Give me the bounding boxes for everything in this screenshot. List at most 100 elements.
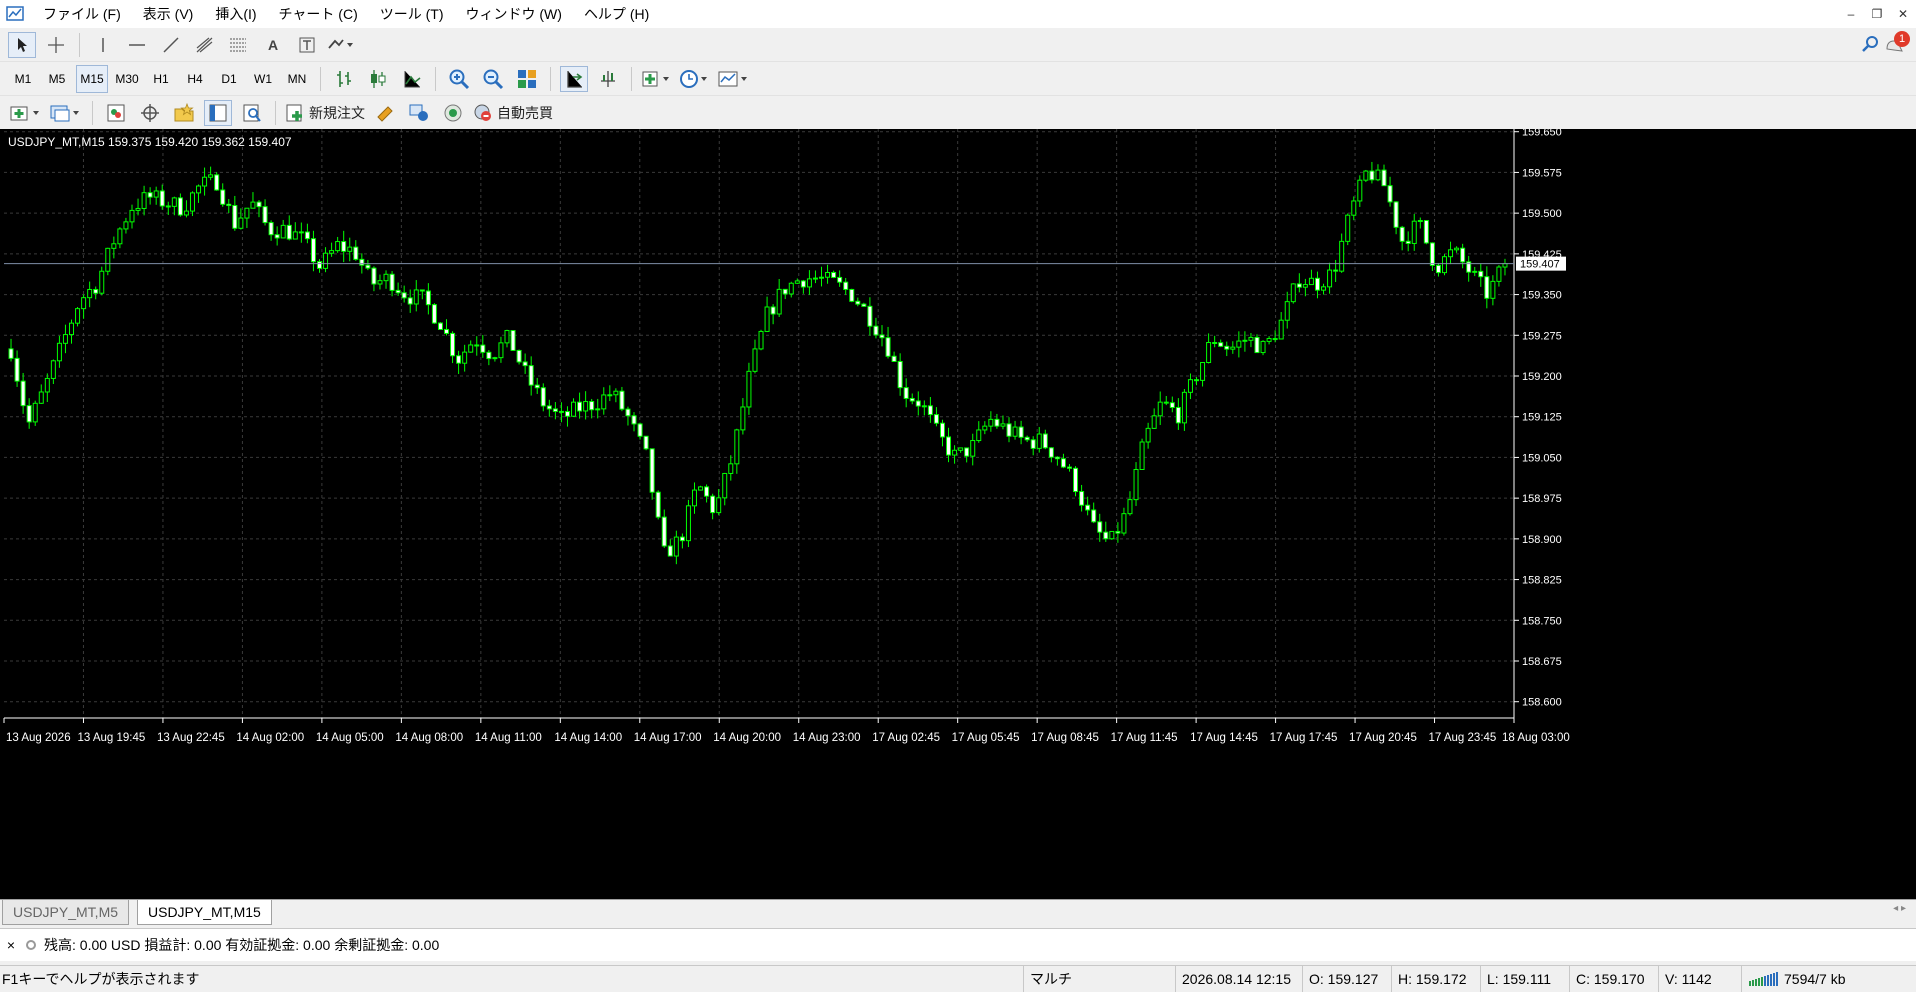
text-label-icon[interactable] — [293, 32, 321, 58]
periodicity-dropdown-icon[interactable] — [679, 66, 711, 92]
candle-body — [613, 390, 619, 396]
candle-body — [1000, 423, 1006, 427]
candle-body — [214, 174, 220, 191]
candle-body — [196, 185, 202, 194]
fibonacci-icon[interactable] — [225, 32, 253, 58]
timeframe-h1[interactable]: H1 — [146, 66, 176, 92]
vps-icon[interactable] — [439, 100, 467, 126]
price-chart-svg[interactable]: 159.650159.575159.500159.425159.350159.2… — [0, 129, 1916, 899]
metaeditor-icon[interactable] — [371, 100, 399, 126]
candle-body — [1490, 280, 1496, 299]
text-tool-icon[interactable]: A — [259, 32, 287, 58]
menu-insert[interactable]: 挿入(I) — [204, 0, 267, 28]
candle-body — [607, 394, 613, 397]
horizontal-line-icon[interactable] — [123, 32, 151, 58]
candle-body — [407, 297, 413, 305]
status-connection[interactable]: 7594/7 kb — [1741, 966, 1916, 992]
candle-body — [159, 190, 165, 207]
candle-body — [800, 280, 806, 288]
minimize-button[interactable]: – — [1838, 0, 1864, 28]
timeframe-h4[interactable]: H4 — [180, 66, 210, 92]
current-price-label: 159.407 — [1520, 259, 1560, 271]
candle-body — [667, 545, 673, 557]
candle-body — [1333, 269, 1339, 272]
menu-view[interactable]: 表示 (V) — [132, 0, 205, 28]
candle-body — [897, 360, 903, 389]
new-chart-dropdown-icon[interactable] — [9, 100, 43, 126]
candle-body — [921, 405, 927, 408]
status-volume: V: 1142 — [1658, 966, 1747, 992]
navigator-icon[interactable] — [170, 100, 198, 126]
toolbar-separator — [435, 66, 436, 91]
strategy-tester-icon[interactable] — [238, 100, 266, 126]
timeframe-w1[interactable]: W1 — [248, 66, 278, 92]
zoom-out-icon[interactable] — [479, 66, 507, 92]
close-button[interactable]: ✕ — [1890, 0, 1916, 28]
x-axis-label: 13 Aug 19:45 — [77, 732, 145, 744]
terminal-close-icon[interactable]: × — [2, 937, 20, 953]
data-window-icon[interactable] — [136, 100, 164, 126]
status-help-text: F1キーでヘルプが表示されます — [2, 971, 200, 987]
candle-body — [1187, 379, 1193, 393]
menu-chart[interactable]: チャート (C) — [268, 0, 369, 28]
candle-body — [1472, 270, 1478, 273]
restore-button[interactable]: ❐ — [1864, 0, 1890, 28]
timeframe-m30[interactable]: M30 — [112, 66, 142, 92]
candle-body — [1351, 200, 1357, 216]
candle-body — [710, 495, 716, 514]
timeframe-d1[interactable]: D1 — [214, 66, 244, 92]
candle-body — [208, 174, 214, 178]
candle-body — [1133, 469, 1139, 501]
new-order-button[interactable]: 新規注文 — [285, 100, 365, 126]
x-axis-label: 14 Aug 05:00 — [316, 732, 384, 744]
timeframe-mn[interactable]: MN — [282, 66, 312, 92]
equidistant-channel-icon[interactable] — [191, 32, 219, 58]
menu-file[interactable]: ファイル (F) — [32, 0, 132, 28]
candle-body — [528, 365, 534, 386]
tab-scroll-arrows[interactable]: ◂ ▸ — [1893, 903, 1906, 914]
signals-icon[interactable] — [405, 100, 433, 126]
templates-dropdown-icon[interactable] — [717, 66, 751, 92]
menu-window[interactable]: ウィンドウ (W) — [455, 0, 573, 28]
tab-usdjpy-m15[interactable]: USDJPY_MT,M15 — [137, 900, 272, 925]
chart-shift-icon[interactable] — [560, 65, 588, 92]
candle-body — [637, 423, 643, 437]
indicators-dropdown-icon[interactable] — [641, 66, 673, 92]
candle-body — [38, 391, 44, 404]
search-icon[interactable] — [1860, 34, 1880, 57]
candle-body — [32, 402, 38, 423]
candle-body — [1272, 338, 1278, 341]
profiles-dropdown-icon[interactable] — [49, 100, 83, 126]
tile-windows-icon[interactable] — [513, 66, 541, 92]
candlestick-chart-icon[interactable] — [364, 66, 392, 92]
menu-help[interactable]: ヘルプ (H) — [573, 0, 660, 28]
auto-trading-button[interactable]: 自動売買 — [473, 100, 553, 126]
zoom-in-icon[interactable] — [445, 66, 473, 92]
autoscroll-icon[interactable] — [594, 66, 622, 92]
cursor-icon[interactable] — [8, 31, 36, 58]
market-watch-icon[interactable] — [102, 100, 130, 126]
tab-usdjpy-m5[interactable]: USDJPY_MT,M5 — [2, 900, 130, 925]
x-axis-label: 13 Aug 2026 — [6, 732, 71, 744]
candle-body — [1085, 504, 1091, 511]
x-axis-label: 17 Aug 14:45 — [1190, 732, 1258, 744]
vertical-line-icon[interactable] — [89, 32, 117, 58]
notifications-icon[interactable]: 1 — [1884, 31, 1910, 57]
candle-body — [758, 330, 764, 350]
candle-body — [819, 276, 825, 279]
candle-body — [1393, 201, 1399, 228]
timeframe-m5[interactable]: M5 — [42, 66, 72, 92]
timeframe-m1[interactable]: M1 — [8, 66, 38, 92]
timeframe-m15[interactable]: M15 — [76, 64, 108, 93]
price-chart[interactable]: 159.650 159.575 159.500 159.425 159.350 159.2… — [0, 129, 1916, 899]
terminal-icon[interactable] — [204, 99, 232, 126]
crosshair-icon[interactable] — [42, 32, 70, 58]
arrows-dropdown-icon[interactable] — [327, 32, 355, 58]
trendline-icon[interactable] — [157, 32, 185, 58]
menu-tools[interactable]: ツール (T) — [369, 0, 455, 28]
candle-body — [1399, 226, 1405, 242]
candle-body — [1079, 491, 1085, 506]
line-chart-icon[interactable] — [398, 66, 426, 92]
status-profile[interactable]: マルチ — [1023, 966, 1176, 992]
bar-chart-icon[interactable] — [330, 66, 358, 92]
